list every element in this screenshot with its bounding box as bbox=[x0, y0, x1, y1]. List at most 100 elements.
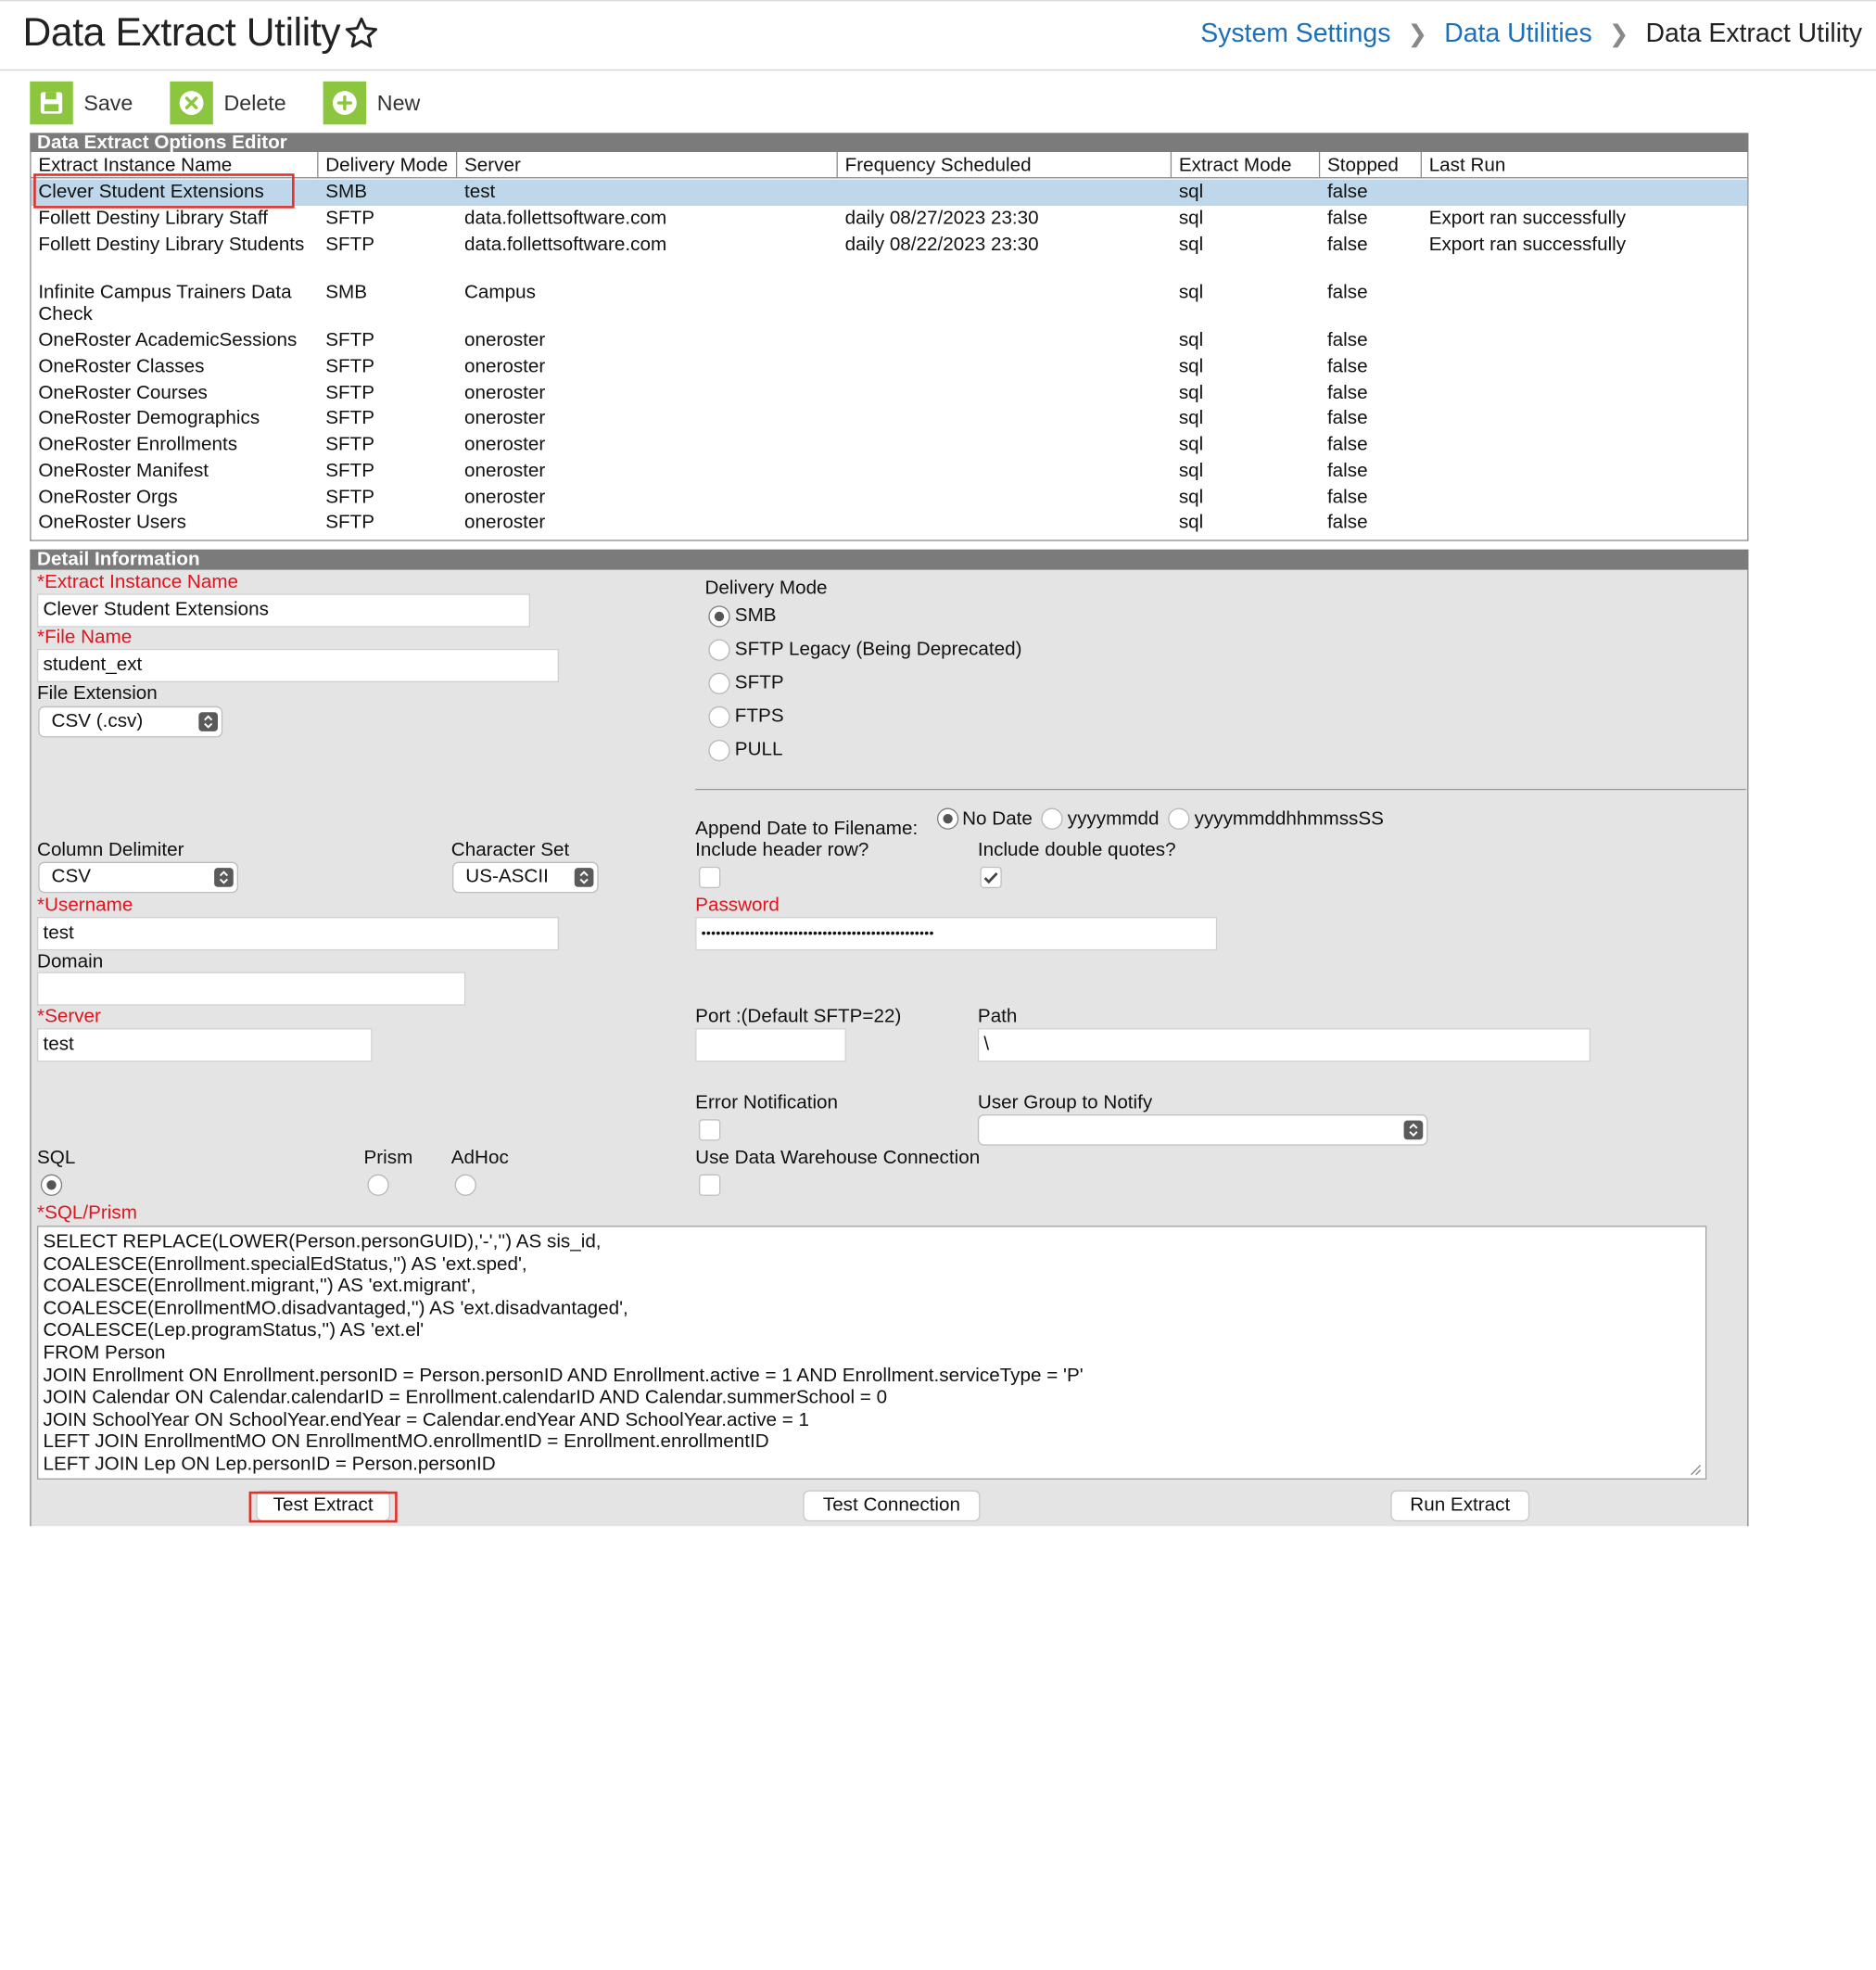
table-row[interactable]: OneRoster Manifest SFTP oneroster sql false bbox=[32, 459, 1748, 485]
cell-stopped: false bbox=[1326, 487, 1368, 508]
cell-frequency bbox=[838, 406, 1172, 409]
file-name-label: *File Name bbox=[37, 627, 133, 648]
cell-delivery-mode: SFTP bbox=[325, 512, 375, 533]
breadcrumb-data-utilities[interactable]: Data Utilities bbox=[1444, 18, 1591, 49]
column-header-server[interactable]: Server bbox=[457, 151, 838, 179]
append-timestamp-label: yyyymmddhhmmssSS bbox=[1194, 808, 1384, 830]
star-outline-icon[interactable] bbox=[342, 14, 380, 52]
column-header-name[interactable]: Extract Instance Name bbox=[32, 151, 319, 179]
resize-handle-icon[interactable] bbox=[1688, 1462, 1702, 1476]
path-input[interactable]: \ bbox=[977, 1028, 1591, 1062]
table-row[interactable]: OneRoster Classes SFTP oneroster sql false bbox=[32, 354, 1748, 380]
delete-button[interactable]: Delete bbox=[170, 81, 286, 125]
cell-stopped: false bbox=[1326, 208, 1368, 229]
cell-delivery-mode: SFTP bbox=[325, 235, 375, 256]
table-row[interactable]: Follett Destiny Library Staff SFTP data.fo… bbox=[32, 206, 1748, 232]
table-row[interactable]: OneRoster Enrollments SFTP oneroster sql fal… bbox=[32, 432, 1748, 458]
append-yyyymmdd-radio[interactable] bbox=[1041, 807, 1063, 830]
append-no-date-radio[interactable] bbox=[937, 807, 959, 830]
cell-extract-mode: sql bbox=[1178, 356, 1204, 377]
cell-extract-mode: sql bbox=[1178, 434, 1204, 455]
cell-delivery-mode: SFTP bbox=[325, 383, 375, 404]
include-quotes-checkbox[interactable] bbox=[980, 866, 1002, 889]
error-notification-checkbox[interactable] bbox=[699, 1119, 721, 1141]
cell-stopped: false bbox=[1326, 282, 1368, 303]
cell-frequency bbox=[838, 510, 1172, 513]
column-header-extract-mode[interactable]: Extract Mode bbox=[1172, 151, 1321, 179]
character-set-select[interactable]: US-ASCII bbox=[452, 861, 599, 894]
table-row[interactable]: OneRoster Users SFTP oneroster sql false bbox=[32, 510, 1748, 536]
cell-server: oneroster bbox=[463, 383, 546, 404]
prism-radio[interactable] bbox=[367, 1174, 389, 1196]
cell-name: OneRoster Courses bbox=[38, 383, 208, 404]
extract-instance-table: Extract Instance Name Delivery Mode Serv… bbox=[30, 151, 1749, 541]
cell-stopped: false bbox=[1326, 461, 1368, 482]
server-label: *Server bbox=[37, 1006, 101, 1027]
cell-delivery-mode: SMB bbox=[325, 282, 367, 303]
delivery-mode-ftps-radio[interactable] bbox=[708, 705, 730, 729]
cell-name: Infinite Campus Trainers Data Check bbox=[38, 282, 292, 324]
append-timestamp-radio[interactable] bbox=[1168, 807, 1190, 830]
cell-frequency bbox=[838, 180, 1172, 183]
cell-server: data.follettsoftware.com bbox=[463, 208, 667, 229]
sql-textarea[interactable]: SELECT REPLACE(LOWER(Person.personGUID),… bbox=[37, 1226, 1707, 1480]
adhoc-radio[interactable] bbox=[454, 1174, 476, 1196]
password-input[interactable]: ••••••••••••••••••••••••••••••••••••••••… bbox=[695, 917, 1218, 951]
table-row[interactable]: Clever Student Extensions SMB test sql false bbox=[31, 179, 1748, 207]
adhoc-label: AdHoc bbox=[450, 1148, 509, 1169]
extract-name-input[interactable]: Clever Student Extensions bbox=[37, 593, 531, 628]
include-header-checkbox[interactable] bbox=[699, 866, 721, 889]
append-no-date-label: No Date bbox=[962, 808, 1033, 830]
file-extension-select[interactable]: CSV (.csv) bbox=[38, 705, 223, 738]
column-header-frequency[interactable]: Frequency Scheduled bbox=[838, 151, 1172, 179]
table-row[interactable]: OneRoster Courses SFTP oneroster sql false bbox=[32, 381, 1748, 407]
delivery-mode-pull-radio[interactable] bbox=[708, 739, 730, 762]
cell-name: OneRoster Enrollments bbox=[38, 434, 238, 455]
table-header: Extract Instance Name Delivery Mode Serv… bbox=[31, 151, 1748, 179]
username-input[interactable]: test bbox=[37, 917, 559, 951]
cell-last-run bbox=[1422, 280, 1747, 283]
column-header-delivery-mode[interactable]: Delivery Mode bbox=[318, 151, 458, 179]
cell-delivery-mode: SFTP bbox=[325, 487, 375, 508]
cell-delivery-mode: SFTP bbox=[325, 330, 375, 351]
table-row[interactable]: OneRoster Orgs SFTP oneroster sql false bbox=[32, 485, 1748, 511]
delivery-mode-sftp-legacy-radio[interactable] bbox=[708, 639, 730, 661]
delivery-mode-sftp-legacy-label: SFTP Legacy (Being Deprecated) bbox=[734, 639, 1022, 660]
test-connection-button[interactable]: Test Connection bbox=[803, 1490, 981, 1522]
cell-stopped: false bbox=[1326, 434, 1368, 455]
character-set-label: Character Set bbox=[450, 840, 570, 861]
server-input[interactable]: test bbox=[37, 1028, 373, 1062]
new-button[interactable]: New bbox=[323, 81, 420, 125]
sql-radio[interactable] bbox=[40, 1174, 63, 1196]
cell-stopped: false bbox=[1326, 383, 1368, 404]
save-button[interactable]: Save bbox=[30, 81, 133, 125]
data-warehouse-checkbox[interactable] bbox=[699, 1174, 721, 1196]
test-extract-button[interactable]: Test Extract bbox=[256, 1490, 390, 1522]
run-extract-button[interactable]: Run Extract bbox=[1390, 1490, 1530, 1522]
cell-name: Follett Destiny Library Staff bbox=[38, 208, 268, 229]
username-label: *Username bbox=[37, 895, 133, 916]
domain-input[interactable] bbox=[37, 972, 466, 1006]
column-delimiter-select[interactable]: CSV bbox=[38, 861, 238, 894]
column-header-last-run[interactable]: Last Run bbox=[1422, 152, 1747, 178]
cell-last-run: Export ran successfully bbox=[1428, 235, 1627, 256]
cell-extract-mode: sql bbox=[1178, 461, 1204, 482]
port-input[interactable] bbox=[695, 1028, 846, 1062]
delivery-mode-sftp-radio[interactable] bbox=[708, 672, 730, 694]
delivery-mode-smb-radio[interactable] bbox=[708, 605, 730, 628]
cell-extract-mode: sql bbox=[1178, 235, 1204, 256]
file-name-input[interactable]: student_ext bbox=[37, 648, 559, 682]
column-header-stopped[interactable]: Stopped bbox=[1320, 151, 1422, 179]
cell-extract-mode: sql bbox=[1178, 282, 1204, 303]
table-row[interactable]: Infinite Campus Trainers Data Check SMB Ca… bbox=[32, 280, 1748, 328]
cell-stopped: false bbox=[1326, 182, 1368, 203]
cell-stopped: false bbox=[1326, 356, 1368, 377]
breadcrumb-system-settings[interactable]: System Settings bbox=[1200, 18, 1390, 49]
delete-label: Delete bbox=[223, 90, 286, 115]
table-row[interactable]: Follett Destiny Library Students SFTP data… bbox=[32, 232, 1748, 280]
table-row[interactable]: OneRoster Demographics SFTP oneroster sql fa… bbox=[32, 406, 1748, 432]
user-group-select[interactable] bbox=[977, 1114, 1428, 1146]
table-row[interactable]: OneRoster AcademicSessions SFTP oneroster s… bbox=[32, 328, 1748, 354]
error-notification-label: Error Notification bbox=[695, 1092, 839, 1113]
cell-frequency bbox=[838, 432, 1172, 435]
